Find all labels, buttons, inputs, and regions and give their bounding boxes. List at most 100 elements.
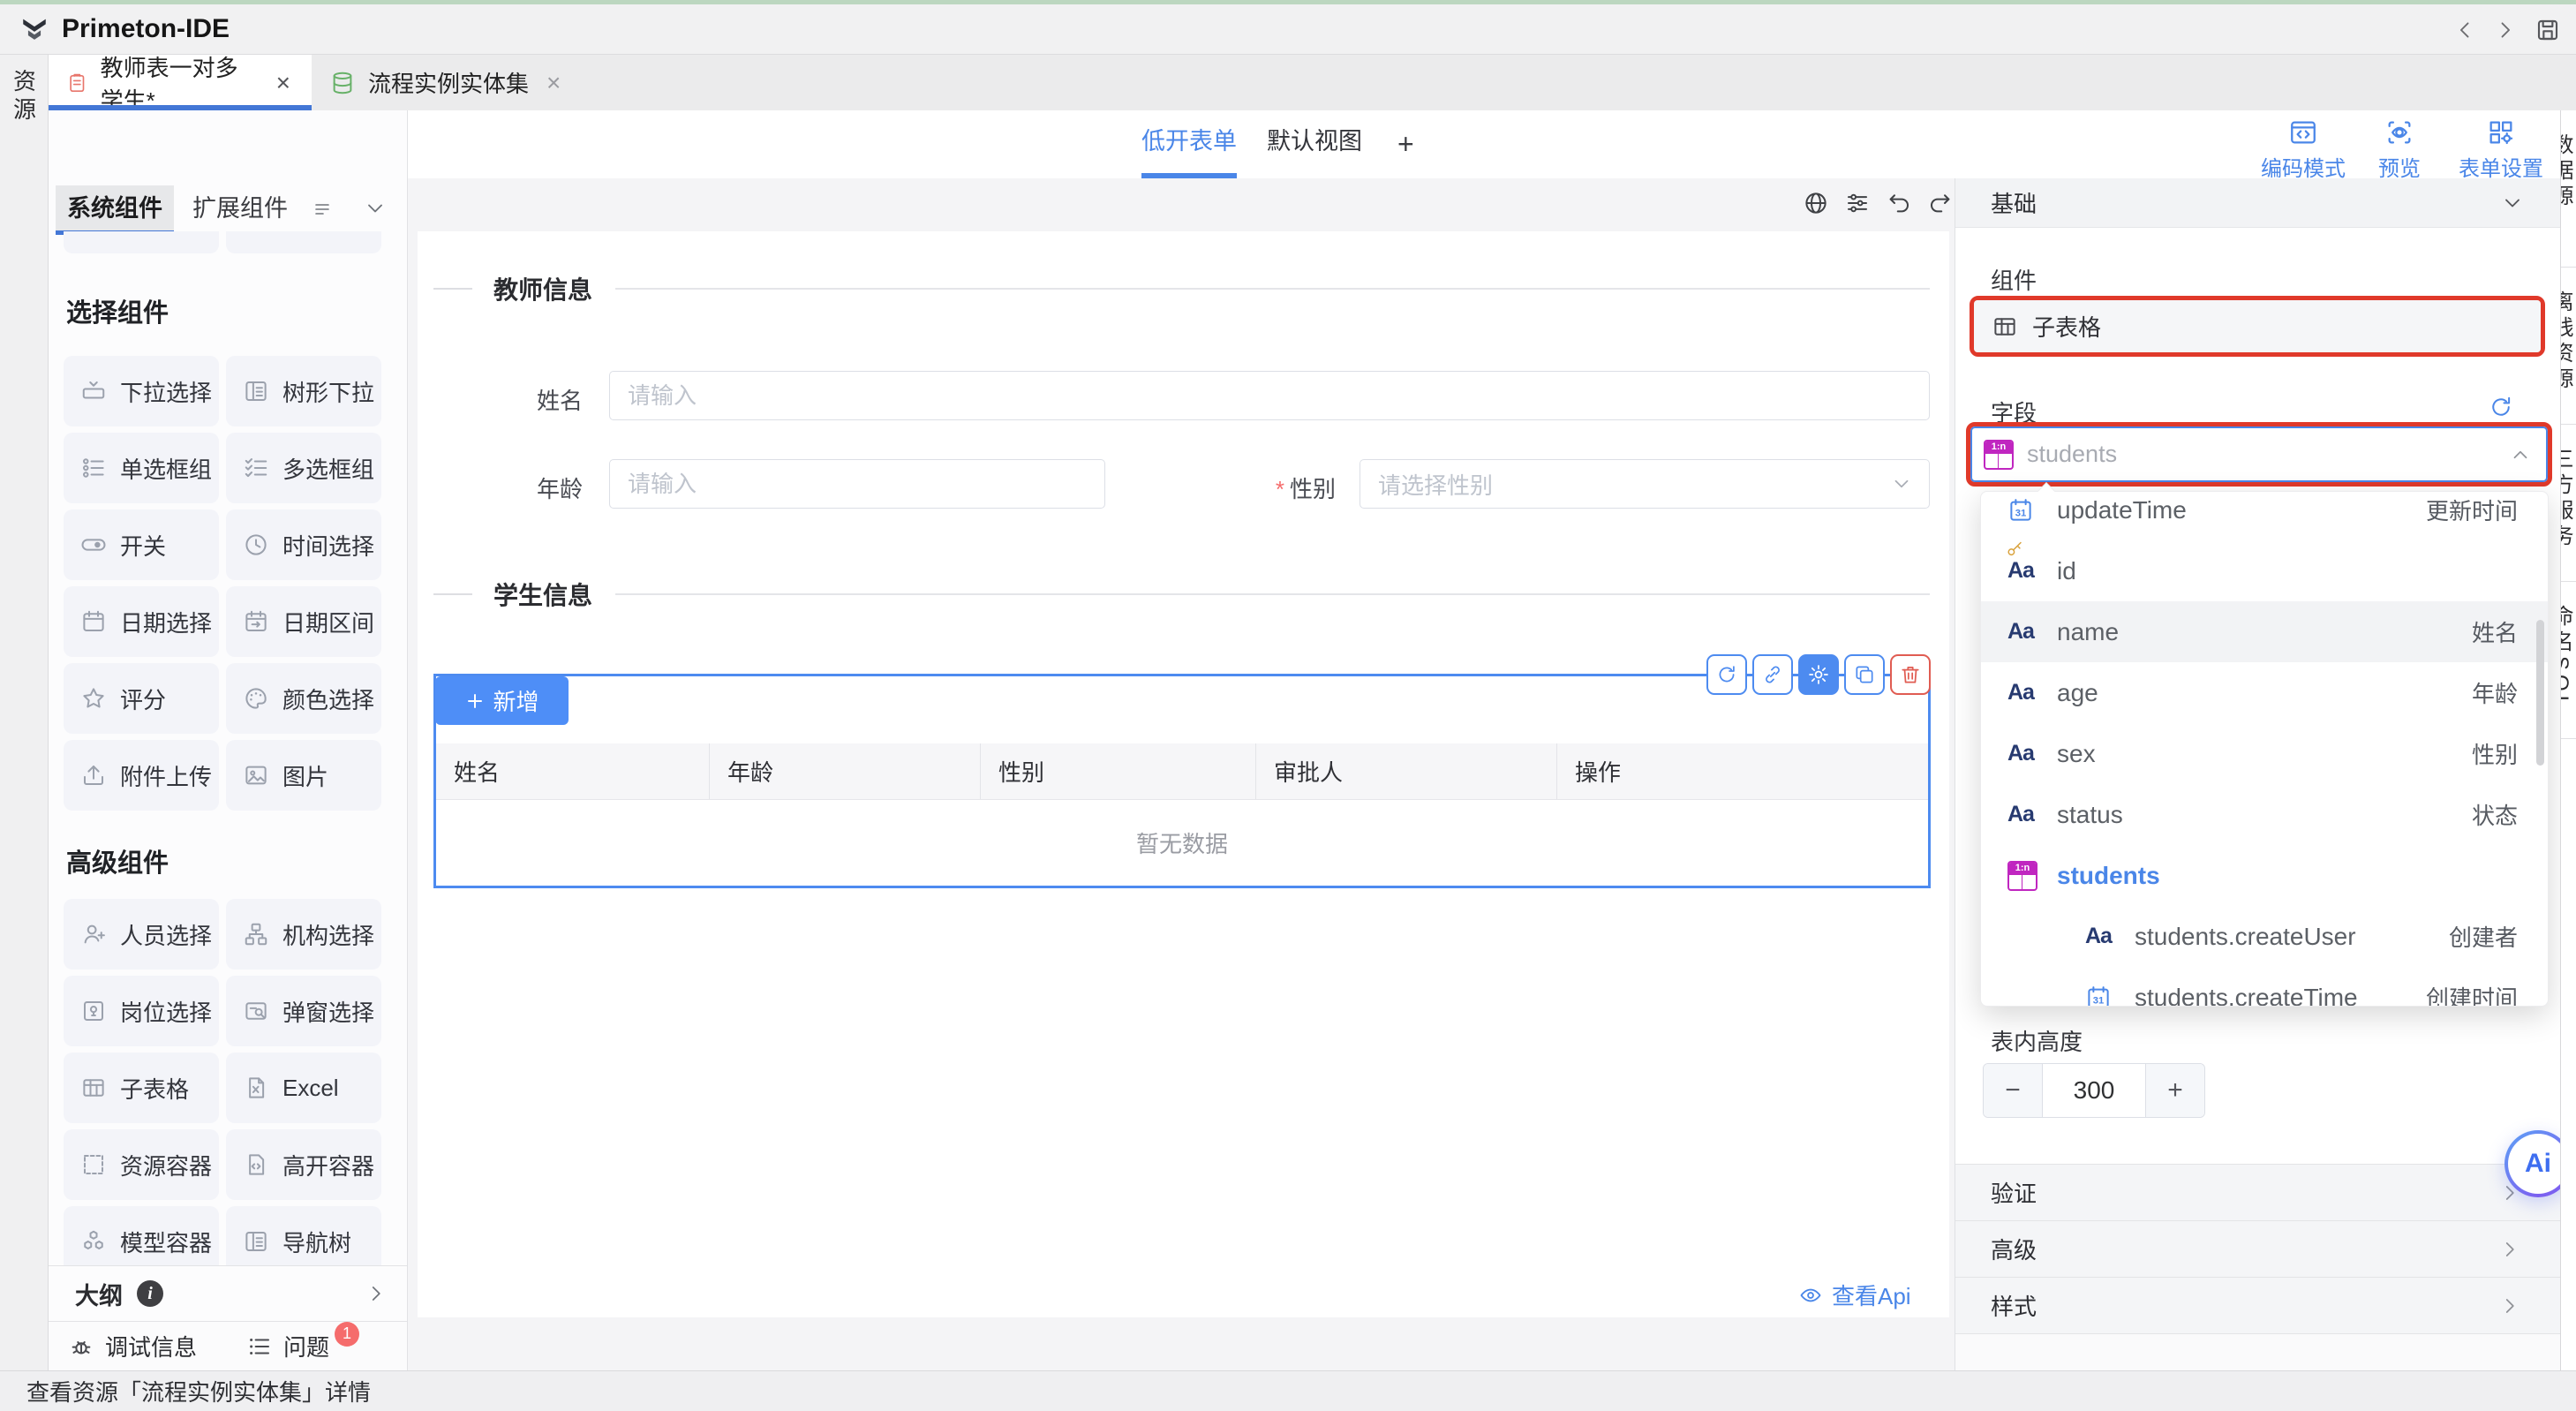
subtable-component-selected[interactable]: 新增 姓名 年龄 性别 审批人 操作 暂无数据: [433, 674, 1931, 888]
palette-item-time-picker[interactable]: 时间选择: [226, 509, 381, 580]
app-title: Primeton-IDE: [62, 14, 230, 44]
view-tab-default-view[interactable]: 默认视图: [1267, 110, 1362, 178]
palette-item-radio-group[interactable]: 单选框组: [64, 433, 219, 503]
field-option-id[interactable]: Aa id: [1981, 540, 2548, 601]
dock-tab-offline-resource[interactable]: 离线资源: [2561, 268, 2576, 425]
text-field-icon: Aa: [2007, 741, 2034, 766]
form-file-icon: [66, 70, 88, 96]
field-option-students[interactable]: students: [1981, 845, 2548, 906]
text-field-icon: Aa: [2007, 802, 2034, 827]
save-button[interactable]: [2534, 16, 2562, 44]
stepper-plus-button[interactable]: +: [2146, 1064, 2204, 1117]
palette-collapse-icon[interactable]: [363, 196, 388, 221]
problems-list-icon: [246, 1333, 273, 1360]
palette-item-org-select[interactable]: 机构选择: [226, 899, 381, 970]
person-select-icon: [80, 921, 107, 947]
dropdown-scrollbar[interactable]: [2536, 620, 2544, 766]
palette-item-person-select[interactable]: 人员选择: [64, 899, 219, 970]
inspector-section-validation[interactable]: 验证: [1955, 1164, 2560, 1220]
palette-item-position-select[interactable]: 岗位选择: [64, 976, 219, 1046]
subtable-delete-button[interactable]: [1890, 654, 1931, 695]
age-input[interactable]: [609, 459, 1105, 509]
palette-item-excel[interactable]: Excel: [226, 1053, 381, 1123]
tab-system-components[interactable]: 系统组件: [56, 185, 174, 231]
history-back-button[interactable]: [2452, 18, 2477, 42]
palette-menu-icon[interactable]: [312, 198, 333, 219]
preview-button[interactable]: 预览: [2371, 117, 2428, 182]
palette-scroll-area: 数字区间 编辑器 选择组件 下拉选择 树形下拉 单选框组 多选框组 开关 时间选…: [49, 231, 407, 1265]
field-config-icon[interactable]: [1844, 190, 1871, 216]
tree-select-icon: [243, 378, 269, 404]
outline-row[interactable]: 大纲 i: [49, 1265, 407, 1321]
field-option-status[interactable]: Aa status 状态: [1981, 784, 2548, 845]
palette-item-attachment-upload[interactable]: 附件上传: [64, 740, 219, 811]
upload-icon: [80, 762, 107, 788]
palette-item-date-range[interactable]: 日期区间: [226, 586, 381, 657]
add-view-button[interactable]: +: [1397, 113, 1414, 176]
inspector-section-basic[interactable]: 基础: [1955, 178, 2560, 228]
refresh-fields-icon[interactable]: [2488, 394, 2514, 420]
dock-tab-datasource[interactable]: 数据源: [2561, 110, 2576, 268]
add-row-button[interactable]: 新增: [435, 676, 569, 725]
chevron-right-icon[interactable]: [365, 1282, 388, 1305]
close-tab-icon[interactable]: ×: [543, 69, 564, 97]
redo-icon[interactable]: [1927, 190, 1954, 216]
field-option-updateTime[interactable]: updateTime 更新时间: [1981, 491, 2548, 540]
palette-item-popup-select[interactable]: 弹窗选择: [226, 976, 381, 1046]
field-option-sex[interactable]: Aa sex 性别: [1981, 723, 2548, 784]
field-option-students-createUser[interactable]: Aa students.createUser 创建者: [1981, 906, 2548, 967]
undo-icon[interactable]: [1886, 190, 1912, 216]
tab-extension-components[interactable]: 扩展组件: [181, 185, 299, 231]
resource-rail[interactable]: 资源: [0, 55, 49, 1370]
code-mode-button[interactable]: 编码模式: [2246, 117, 2361, 182]
palette-section-title: 选择组件: [66, 292, 394, 329]
palette-item-dropdown-select[interactable]: 下拉选择: [64, 356, 219, 426]
subtable-bind-button[interactable]: [1752, 654, 1793, 695]
palette-item-image[interactable]: 图片: [226, 740, 381, 811]
field-option-age[interactable]: Aa age 年龄: [1981, 662, 2548, 723]
required-asterisk: *: [1276, 476, 1284, 502]
table-height-value[interactable]: 300: [2042, 1064, 2146, 1117]
stepper-minus-button[interactable]: −: [1984, 1064, 2042, 1117]
form-settings-button[interactable]: 表单设置: [2444, 117, 2558, 182]
inspector-section-advanced[interactable]: 高级: [1955, 1220, 2560, 1277]
name-input[interactable]: [609, 371, 1930, 420]
inspector-section-style[interactable]: 样式: [1955, 1277, 2560, 1333]
subtable-copy-button[interactable]: [1844, 654, 1885, 695]
close-tab-icon[interactable]: ×: [273, 69, 294, 97]
field-option-students-createTime[interactable]: students.createTime 创建时间: [1981, 967, 2548, 1007]
component-value-field[interactable]: 子表格: [1974, 300, 2541, 352]
problems-button[interactable]: 问题 1: [246, 1330, 365, 1362]
history-forward-button[interactable]: [2493, 18, 2518, 42]
file-tab-teacher-form[interactable]: 教师表一对多学生* ×: [49, 55, 312, 110]
component-label: 组件: [1991, 263, 2037, 296]
debug-info-button[interactable]: 调试信息: [68, 1330, 197, 1362]
palette-item-rating[interactable]: 评分: [64, 663, 219, 734]
view-api-link[interactable]: 查看Api: [1798, 1279, 1911, 1311]
field-select[interactable]: students: [1970, 426, 2548, 482]
palette-item-editor[interactable]: 编辑器: [226, 231, 381, 253]
palette-item-number-range[interactable]: 数字区间: [64, 231, 219, 253]
dock-tab-third-party-service[interactable]: 三方服务: [2561, 425, 2576, 582]
palette-item-tree-select[interactable]: 树形下拉: [226, 356, 381, 426]
info-icon: i: [137, 1280, 163, 1307]
palette-item-date-picker[interactable]: 日期选择: [64, 586, 219, 657]
dock-tab-named-sql[interactable]: 命名SQL: [2561, 582, 2576, 739]
primeton-ide-window: Primeton-IDE 教师表一对多学生* × 流程实例实体集 × 资源 系统…: [0, 0, 2576, 1411]
palette-item-switch[interactable]: 开关: [64, 509, 219, 580]
i18n-globe-icon[interactable]: [1803, 190, 1829, 216]
subtable-sync-button[interactable]: [1706, 654, 1747, 695]
palette-item-resource-container[interactable]: 资源容器: [64, 1129, 219, 1200]
palette-item-procode-container[interactable]: 高开容器: [226, 1129, 381, 1200]
palette-item-nav-tree[interactable]: 导航树: [226, 1206, 381, 1265]
sex-select[interactable]: 请选择性别: [1360, 459, 1930, 509]
palette-item-model-container[interactable]: 模型容器: [64, 1206, 219, 1265]
file-tab-entity-set[interactable]: 流程实例实体集 ×: [312, 55, 583, 110]
subtable-settings-button[interactable]: [1798, 654, 1839, 695]
field-option-name[interactable]: Aa name 姓名: [1981, 601, 2548, 662]
status-text: 查看资源「流程实例实体集」详情: [26, 1375, 371, 1407]
palette-item-checkbox-group[interactable]: 多选框组: [226, 433, 381, 503]
palette-item-color-picker[interactable]: 颜色选择: [226, 663, 381, 734]
palette-item-subtable[interactable]: 子表格: [64, 1053, 219, 1123]
view-tab-lowcode-form[interactable]: 低开表单: [1141, 110, 1237, 178]
